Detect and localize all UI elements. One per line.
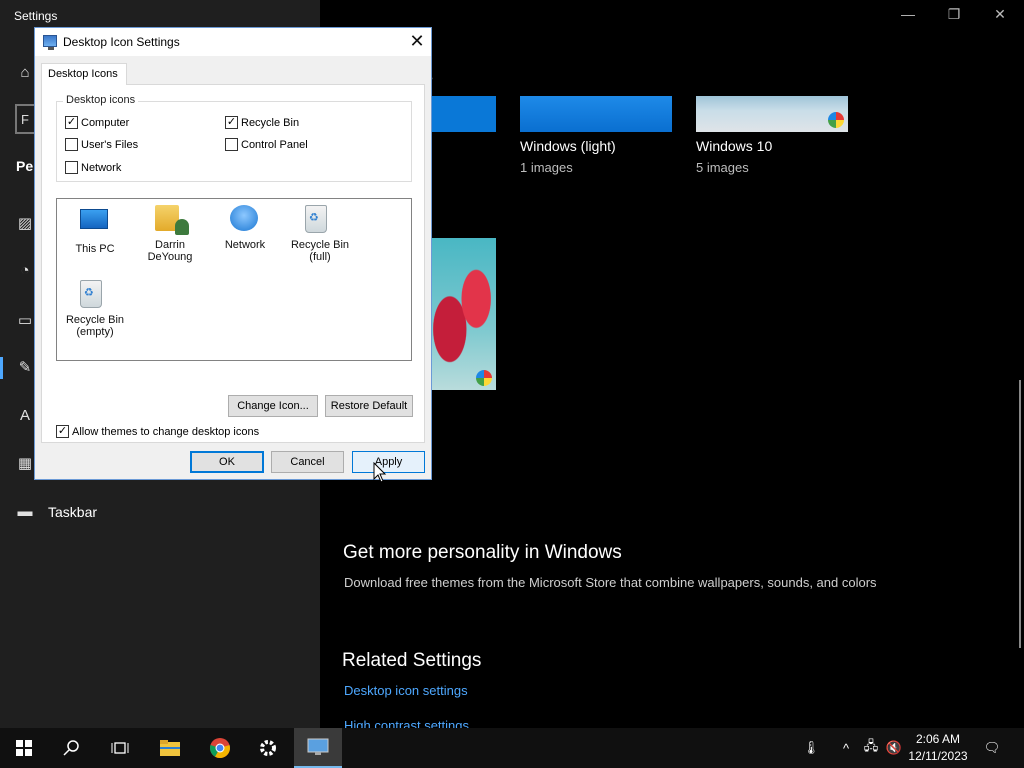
search-icon[interactable] bbox=[48, 728, 96, 768]
recycle-bin-full-icon bbox=[305, 205, 327, 233]
background-icon[interactable]: ▨ bbox=[16, 215, 34, 233]
ok-button[interactable]: OK bbox=[190, 451, 264, 473]
desktop-icons-group: Desktop icons ✓ Computer ✓ Recycle Bin U… bbox=[56, 94, 412, 182]
theme-name[interactable]: Windows 10 bbox=[696, 138, 772, 154]
related-settings-heading: Related Settings bbox=[342, 650, 482, 671]
start-button[interactable] bbox=[0, 728, 48, 768]
icon-label: This PC bbox=[75, 243, 115, 255]
tab-desktop-icons[interactable]: Desktop Icons bbox=[41, 63, 127, 85]
icon-label: Network bbox=[224, 239, 266, 251]
theme-thumbnail-windows10[interactable] bbox=[696, 96, 848, 132]
color-wheel-icon bbox=[828, 112, 844, 128]
theme-name[interactable]: Windows (light) bbox=[520, 138, 616, 154]
tab-panel: Desktop icons ✓ Computer ✓ Recycle Bin U… bbox=[41, 84, 425, 443]
sidebar-item-taskbar[interactable]: Taskbar bbox=[48, 504, 97, 520]
checkbox-label: Recycle Bin bbox=[241, 116, 300, 129]
active-nav-indicator bbox=[0, 357, 3, 379]
icon-item-network[interactable]: Network bbox=[207, 205, 283, 251]
icon-label: Darrin DeYoung bbox=[147, 239, 193, 263]
lock-screen-icon[interactable]: ▭ bbox=[16, 312, 34, 330]
settings-gear-icon[interactable] bbox=[244, 728, 292, 768]
desktop-icon-settings-dialog: Desktop Icon Settings ✕ Desktop Icons De… bbox=[34, 27, 432, 480]
checkbox-label: Network bbox=[81, 161, 122, 174]
home-icon[interactable]: ⌂ bbox=[16, 64, 34, 82]
start-icon[interactable]: ▦ bbox=[16, 455, 34, 473]
network-icon bbox=[230, 205, 258, 231]
checkbox-control-panel[interactable]: Control Panel bbox=[225, 138, 308, 151]
settings-window-title: Settings bbox=[14, 9, 58, 23]
checkbox-allow-themes[interactable]: ✓ Allow themes to change desktop icons bbox=[56, 425, 259, 438]
checkbox-computer[interactable]: ✓ Computer bbox=[65, 116, 129, 129]
icon-item-recycle-full[interactable]: Recycle Bin (full) bbox=[282, 205, 358, 263]
dialog-titlebar[interactable]: Desktop Icon Settings ✕ bbox=[35, 28, 431, 56]
close-window-icon[interactable]: ✕ bbox=[990, 6, 1010, 23]
task-view-icon[interactable] bbox=[96, 728, 144, 768]
color-wheel-icon bbox=[476, 370, 492, 386]
apply-button[interactable]: Apply bbox=[352, 451, 425, 473]
checkbox-box[interactable]: ✓ bbox=[225, 116, 238, 129]
mouse-pointer-icon bbox=[373, 462, 387, 483]
restore-default-button[interactable]: Restore Default bbox=[325, 395, 413, 417]
computer-icon bbox=[80, 209, 108, 229]
checkbox-label: Computer bbox=[81, 116, 130, 129]
clock-time: 2:06 AM bbox=[915, 732, 961, 746]
personality-heading: Get more personality in Windows bbox=[343, 542, 622, 563]
notifications-icon[interactable]: 🗨 bbox=[980, 728, 1004, 768]
checkbox-label: User's Files bbox=[81, 138, 139, 151]
checkbox-box[interactable] bbox=[65, 138, 78, 151]
clock-date: 12/11/2023 bbox=[908, 749, 968, 763]
change-icon-button[interactable]: Change Icon... bbox=[228, 395, 318, 417]
weather-thermometer-icon[interactable]: 🌡 bbox=[798, 728, 824, 768]
windows-logo-icon bbox=[16, 740, 32, 756]
file-explorer-icon[interactable] bbox=[146, 728, 194, 768]
checkbox-box[interactable]: ✓ bbox=[65, 116, 78, 129]
icon-label: Recycle Bin (empty) bbox=[65, 314, 125, 338]
search-input[interactable]: F bbox=[15, 104, 35, 134]
taskbar-icon[interactable]: ▬ bbox=[16, 503, 34, 521]
checkbox-users-files[interactable]: User's Files bbox=[65, 138, 138, 151]
network-tray-icon[interactable]: 🖧 bbox=[860, 728, 882, 768]
checkbox-network[interactable]: Network bbox=[65, 161, 121, 174]
desktop-icon-settings-link[interactable]: Desktop icon settings bbox=[344, 683, 468, 698]
desktop-icon-settings-taskbar-button[interactable] bbox=[294, 728, 342, 768]
checkbox-label: Allow themes to change desktop icons bbox=[72, 425, 260, 438]
icon-list[interactable]: This PC Darrin DeYoung Network Recycle B… bbox=[56, 198, 412, 361]
close-icon[interactable]: ✕ bbox=[407, 31, 427, 52]
checkbox-box[interactable] bbox=[65, 161, 78, 174]
cancel-button[interactable]: Cancel bbox=[271, 451, 344, 473]
checkbox-box[interactable] bbox=[225, 138, 238, 151]
volume-muted-icon[interactable]: 🔇 bbox=[884, 728, 904, 768]
user-folder-icon bbox=[155, 205, 179, 231]
recycle-bin-empty-icon bbox=[80, 280, 102, 308]
monitor-icon bbox=[307, 738, 329, 755]
icon-item-user[interactable]: Darrin DeYoung bbox=[132, 205, 208, 263]
theme-count: 1 images bbox=[520, 160, 573, 175]
checkbox-box[interactable]: ✓ bbox=[56, 425, 69, 438]
clock[interactable]: 2:06 AM 12/11/2023 bbox=[902, 731, 974, 765]
minimize-icon[interactable]: — bbox=[898, 6, 918, 22]
theme-count: 5 images bbox=[696, 160, 749, 175]
personality-description: Download free themes from the Microsoft … bbox=[344, 575, 877, 590]
icon-item-this-pc[interactable]: This PC bbox=[57, 205, 133, 255]
theme-thumbnail-flowers[interactable] bbox=[430, 238, 496, 390]
search-input-text: F bbox=[21, 112, 29, 127]
monitor-icon bbox=[43, 35, 57, 50]
restore-icon[interactable]: ❐ bbox=[944, 6, 964, 23]
taskbar: 🌡 ^ 🖧 🔇 2:06 AM 12/11/2023 🗨 bbox=[0, 728, 1024, 768]
chrome-icon[interactable] bbox=[196, 728, 244, 768]
high-contrast-settings-link[interactable]: High contrast settings bbox=[344, 718, 469, 728]
chevron-up-icon[interactable]: ^ bbox=[836, 728, 856, 768]
theme-thumbnail-light[interactable] bbox=[520, 96, 672, 132]
icon-item-recycle-empty[interactable]: Recycle Bin (empty) bbox=[57, 280, 133, 338]
fonts-icon[interactable]: A bbox=[16, 407, 34, 425]
dialog-title: Desktop Icon Settings bbox=[63, 35, 180, 49]
colors-icon[interactable]: ◔ bbox=[16, 262, 34, 280]
scrollbar[interactable] bbox=[1019, 380, 1021, 648]
group-label: Desktop icons bbox=[63, 94, 139, 106]
themes-icon[interactable]: ✎ bbox=[16, 359, 34, 377]
checkbox-recycle-bin[interactable]: ✓ Recycle Bin bbox=[225, 116, 299, 129]
icon-label: Recycle Bin (full) bbox=[290, 239, 350, 263]
checkbox-label: Control Panel bbox=[241, 138, 308, 151]
